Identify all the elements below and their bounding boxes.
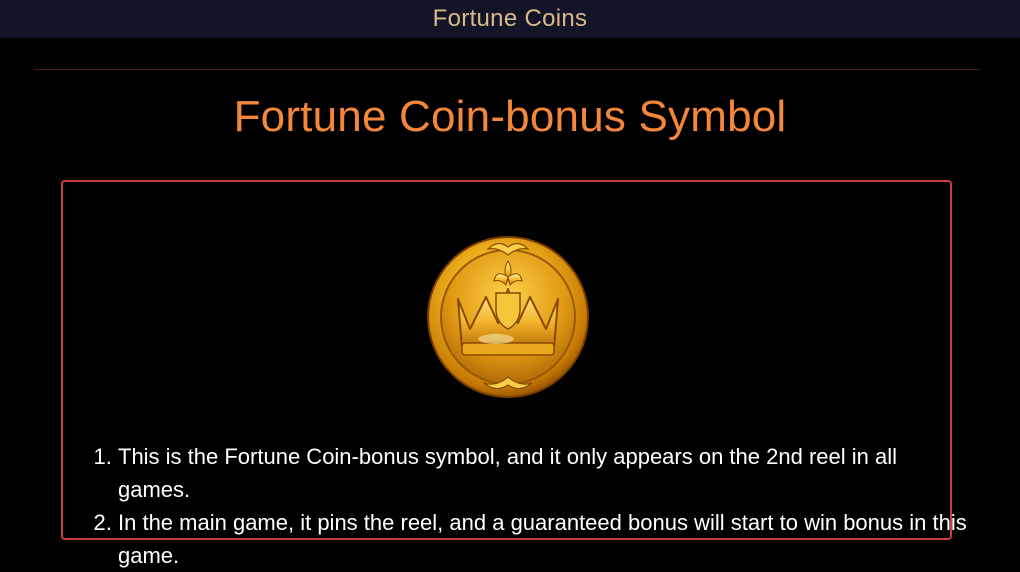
title-bar: Fortune Coins [0, 0, 1020, 38]
header-divider [34, 69, 980, 70]
list-item: This is the Fortune Coin-bonus symbol, a… [118, 440, 968, 506]
game-title: Fortune Coins [432, 5, 588, 32]
list-item: In the main game, it pins the reel, and … [118, 506, 968, 572]
rules-list: This is the Fortune Coin-bonus symbol, a… [92, 440, 968, 572]
page-title: Fortune Coin-bonus Symbol [233, 92, 787, 141]
crown-coin-icon [427, 236, 589, 398]
